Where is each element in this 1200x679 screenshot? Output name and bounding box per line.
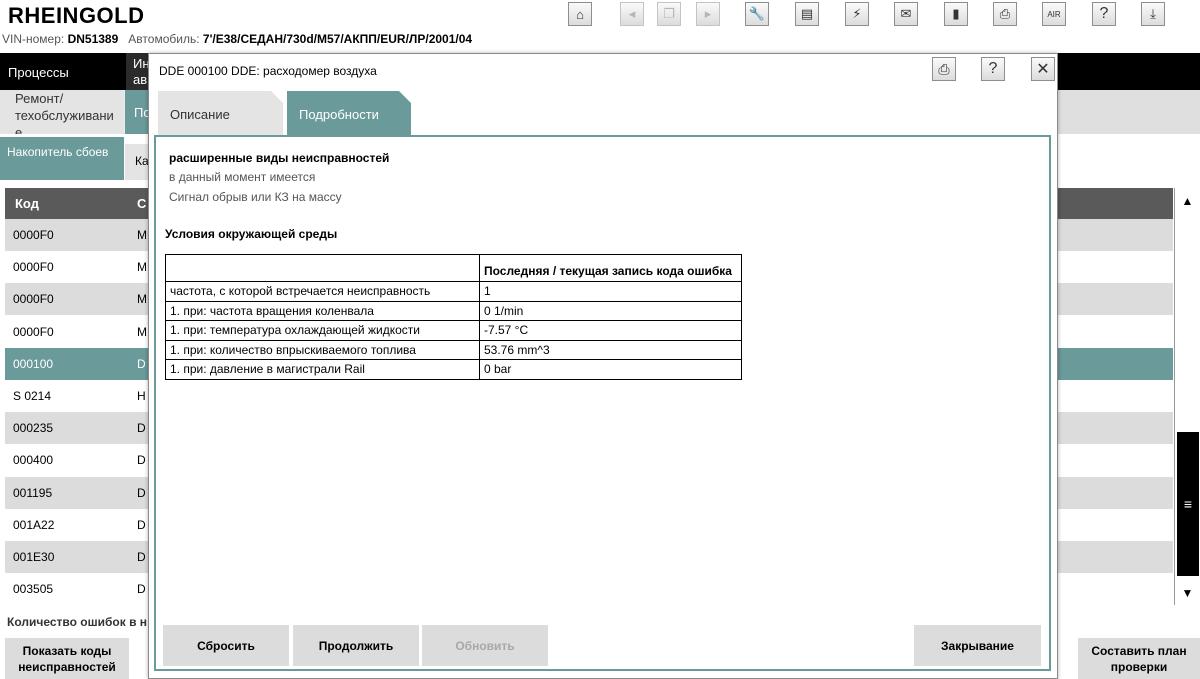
fault-code: S 0214	[13, 389, 52, 403]
tab-fault-memory[interactable]: Накопитель сбоев	[0, 137, 124, 180]
fault-table-scrollbar[interactable]: ▲ ≡ ▼	[1174, 188, 1200, 605]
ext-fault-line: Сигнал обрыв или КЗ на массу	[169, 190, 342, 204]
fault-code: 000235	[13, 421, 54, 436]
env-row: 1. при: количество впрыскиваемого топлив…	[165, 339, 742, 360]
fault-code: 000400	[13, 453, 54, 468]
scroll-down-icon[interactable]: ▼	[1175, 580, 1200, 605]
env-value: 0 bar	[479, 359, 742, 380]
dialog-close-label: ✕	[1036, 61, 1050, 78]
fault-detail-dialog: DDE 000100 DDE: расходомер воздуха ⎙ ? ✕…	[148, 53, 1058, 679]
env-row: частота, с которой встречается неисправн…	[165, 281, 742, 302]
back-icon[interactable]: ◂	[620, 2, 644, 26]
make-plan-button[interactable]: Составить план проверки	[1078, 638, 1200, 679]
env-row: 1. при: температура охлаждающей жидкости…	[165, 320, 742, 341]
col-code-header[interactable]: Код	[15, 196, 39, 211]
help-icon[interactable]: ?	[981, 57, 1005, 81]
vin-label: VIN-номер:	[2, 32, 65, 46]
plug-icon[interactable]: ⚡	[845, 2, 869, 26]
scroll-thumb[interactable]: ≡	[1177, 432, 1199, 576]
fault-desc: D	[137, 517, 146, 532]
fault-desc: D	[137, 421, 146, 436]
fault-code: 001A22	[13, 517, 55, 532]
fault-desc: D	[137, 453, 146, 468]
fault-code: 0000F0	[13, 228, 54, 242]
env-label: 1. при: давление в магистрали Rail	[165, 359, 480, 380]
tab-details[interactable]: Подробности	[287, 91, 411, 135]
download-icon[interactable]: ⤓	[1141, 2, 1165, 26]
close-button[interactable]: Закрывание	[914, 625, 1041, 666]
fault-code: 003505	[13, 582, 54, 597]
fault-desc: D	[137, 582, 146, 597]
update-button[interactable]: Обновить	[422, 625, 548, 666]
env-value: 53.76 mm^3	[479, 339, 742, 360]
details-panel: расширенные виды неисправностей в данный…	[154, 135, 1051, 671]
env-value: 1	[479, 281, 742, 302]
col-desc-header[interactable]: С	[137, 196, 146, 211]
home-icon[interactable]: ⌂	[568, 2, 592, 26]
close-icon[interactable]: ✕	[1031, 57, 1055, 81]
fault-desc: М	[137, 292, 147, 307]
card-icon[interactable]: ▤	[795, 2, 819, 26]
fault-code: 0000F0	[13, 324, 54, 339]
vehicle-info-bar: VIN-номер: DN51389 Автомобиль: 7'/E38/СЕ…	[0, 32, 1200, 52]
fault-code: 0000F0	[13, 260, 54, 275]
nav-processes[interactable]: Процессы	[0, 53, 125, 90]
fault-code: 001E30	[13, 550, 55, 564]
top-toolbar: RHEINGOLD ⌂ ◂ ❐ ▸ 🔧 ▤ ⚡ ✉ ▮ ⎙ AIR ? ⤓	[0, 0, 1200, 32]
fault-desc: D	[137, 485, 146, 500]
env-row: 1. при: частота вращения коленвала 0 1/mi…	[165, 300, 742, 321]
env-header-record: Последняя / текущая запись кода ошибка	[479, 254, 742, 282]
env-value: 0 1/min	[479, 300, 742, 321]
env-label: 1. при: частота вращения коленвала	[165, 300, 480, 321]
help-label: ?	[1099, 5, 1109, 22]
subnav-right	[1057, 90, 1200, 134]
env-conditions-title: Условия окружающей среды	[165, 227, 338, 241]
vehicle-value: 7'/E38/СЕДАН/730d/M57/АКПП/EUR/ЛР/2001/0…	[202, 32, 473, 46]
help-icon[interactable]: ?	[1092, 2, 1116, 26]
vin-value: DN51389	[67, 32, 119, 46]
reset-button[interactable]: Сбросить	[163, 625, 289, 666]
fault-desc: Н	[137, 389, 146, 403]
fault-desc: М	[137, 324, 147, 339]
env-label: 1. при: температура охлаждающей жидкости	[165, 320, 480, 341]
fault-desc: М	[137, 260, 147, 275]
env-conditions-table: Последняя / текущая запись кода ошибка ч…	[165, 254, 742, 380]
fault-desc: D	[137, 550, 146, 564]
forward-icon[interactable]: ▸	[696, 2, 720, 26]
air-icon[interactable]: AIR	[1042, 2, 1066, 26]
fault-count: Количество ошибок в н	[7, 615, 148, 629]
fault-code: 000100	[13, 356, 54, 371]
mail-icon[interactable]: ✉	[894, 2, 918, 26]
print-icon[interactable]: ⎙	[932, 57, 956, 81]
dialog-title: DDE 000100 DDE: расходомер воздуха	[149, 54, 1057, 86]
print-icon[interactable]: ⎙	[993, 2, 1017, 26]
env-value: -7.57 °C	[479, 320, 742, 341]
app-brand: RHEINGOLD	[8, 3, 145, 28]
env-label: частота, с которой встречается неисправн…	[165, 281, 480, 302]
ext-fault-title: расширенные виды неисправностей	[169, 151, 390, 165]
fault-code: 001195	[13, 485, 53, 500]
tab-description[interactable]: Описание	[158, 91, 283, 135]
show-codes-button[interactable]: Показать коды неисправностей	[5, 638, 129, 679]
scroll-up-icon[interactable]: ▲	[1175, 188, 1200, 213]
air-label: AIR	[1047, 9, 1061, 19]
fault-code: 0000F0	[13, 292, 54, 307]
fault-desc: D	[137, 356, 146, 371]
vehicle-label: Автомобиль:	[128, 32, 200, 46]
battery-icon[interactable]: ▮	[944, 2, 968, 26]
fault-desc: М	[137, 228, 147, 242]
copy-icon[interactable]: ❐	[657, 2, 681, 26]
env-label: 1. при: количество впрыскиваемого топлив…	[165, 339, 480, 360]
subnav-repair[interactable]: Ремонт/ техобслуживани е	[0, 90, 124, 134]
env-row: 1. при: давление в магистрали Rail 0 bar	[165, 359, 742, 380]
ext-fault-line: в данный момент имеется	[169, 170, 316, 184]
wrench-icon[interactable]: 🔧	[745, 2, 769, 26]
continue-button[interactable]: Продолжить	[293, 625, 419, 666]
dialog-help-label: ?	[988, 60, 998, 77]
env-header-empty	[165, 254, 480, 282]
